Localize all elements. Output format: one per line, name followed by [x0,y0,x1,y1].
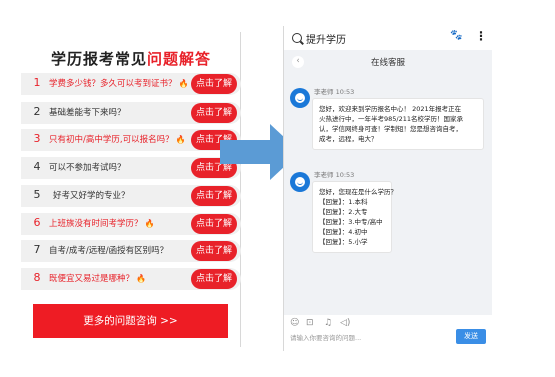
learn-more-button[interactable]: 点击了解 [191,269,237,289]
chat-input-bar: ☺ ⊡ ♫ ◁) 请输入你要咨询的问题... 发送 [284,315,492,351]
faq-item-question: 可以不参加考试吗？ [49,163,126,173]
faq-item-question: 好考又好学的专业？ [53,191,130,201]
faq-item[interactable]: 7 自考/成考/远程/函授有区别吗？ 点击了解 [21,240,241,262]
app-title[interactable]: 提升学历 [306,31,346,46]
paw-icon[interactable]: 🐾 [450,30,462,41]
fire-icon: 🔥 [178,79,189,88]
faq-item-number: 2 [33,105,41,118]
message-sender: 李老师 10:53 [314,88,355,96]
voice-icon[interactable]: ◁) [340,318,350,328]
fire-icon: 🔥 [175,135,186,144]
emoji-icon[interactable]: ☺ [290,318,299,328]
faq-item[interactable]: 2 基础差能考下来吗？ 点击了解 [21,102,241,124]
image-icon[interactable]: ⊡ [306,318,314,328]
faq-item-question: 自考/成考/远程/函授有区别吗？ [49,246,169,256]
learn-more-button[interactable]: 点击了解 [191,186,237,206]
faq-item[interactable]: 5 好考又好学的专业？ 点击了解 [21,185,241,207]
faq-title: 学历报考常见问题解答 [21,48,241,69]
message-sender: 李老师 10:53 [314,171,355,179]
bell-icon[interactable]: ♫ [324,318,332,328]
faq-item-number: 4 [33,160,41,173]
learn-more-button[interactable]: 点击了解 [191,241,237,261]
faq-item[interactable]: 6 上班族没有时间考学历？ 🔥 点击了解 [21,213,241,235]
faq-item-question: 既便宜又易过是哪种？ 🔥 [49,274,146,284]
app-top-bar: 提升学历 🐾 ⋮ [284,26,492,50]
faq-panel: 学历报考常见问题解答 1 学费多少钱？多久可以考到证书？ 🔥 点击了解 2 基础差… [21,32,241,347]
faq-item-number: 7 [33,243,41,256]
faq-item[interactable]: 4 可以不参加考试吗？ 点击了解 [21,157,241,179]
message-input[interactable]: 请输入你要咨询的问题... [290,332,361,342]
chat-message-bubble: 您好，欢迎来到学历报名中心！ 2021年报考正在 火热进行中，一年半考985/2… [312,98,484,150]
learn-more-button[interactable]: 点击了解 [191,74,237,94]
faq-item-question: 只有初中/高中学历,可以报名吗？ 🔥 [49,135,186,145]
fire-icon: 🔥 [144,219,155,228]
faq-item-question: 基础差能考下来吗？ [49,108,126,118]
chat-title: 在线客服 [370,58,405,68]
faq-item[interactable]: 1 学费多少钱？多久可以考到证书？ 🔥 点击了解 [21,73,241,95]
chat-area: ‹ 在线客服 李老师 10:53 您好，欢迎来到学历报名中心！ 2021年报考正… [284,50,492,315]
faq-item-question: 上班族没有时间考学历？ 🔥 [49,219,155,229]
chat-panel: 提升学历 🐾 ⋮ ‹ 在线客服 李老师 10:53 您好，欢迎来到学历报名中心！… [283,26,492,351]
agent-avatar [290,172,310,192]
more-menu-icon[interactable]: ⋮ [475,29,487,43]
faq-title-accent: 问题解答 [147,50,212,68]
faq-item-number: 8 [33,271,41,284]
faq-item[interactable]: 8 既便宜又易过是哪种？ 🔥 点击了解 [21,268,241,290]
faq-item-number: 1 [33,76,41,89]
more-questions-button[interactable]: 更多的问题咨询 >> [33,304,228,338]
faq-item[interactable]: 3 只有初中/高中学历,可以报名吗？ 🔥 点击了解 [21,129,241,151]
faq-title-main: 学历报考常见 [50,50,147,68]
chat-message-bubble: 您好，您现在是什么学历？ 【回复】：1.本科 【回复】：2.大专 【回复】：3.… [312,181,397,253]
faq-item-question: 学费多少钱？多久可以考到证书？ 🔥 [49,79,189,89]
faq-item-number: 5 [33,188,41,201]
faq-item-number: 3 [33,132,41,145]
send-button[interactable]: 发送 [456,329,486,344]
learn-more-button[interactable]: 点击了解 [191,214,237,234]
search-icon[interactable] [292,33,302,43]
agent-avatar [290,88,310,108]
learn-more-button[interactable]: 点击了解 [191,103,237,123]
fire-icon: 🔥 [136,274,146,283]
faq-item-number: 6 [33,216,41,229]
screenshot-page: 学历报考常见问题解答 1 学费多少钱？多久可以考到证书？ 🔥 点击了解 2 基础差… [0,0,555,377]
